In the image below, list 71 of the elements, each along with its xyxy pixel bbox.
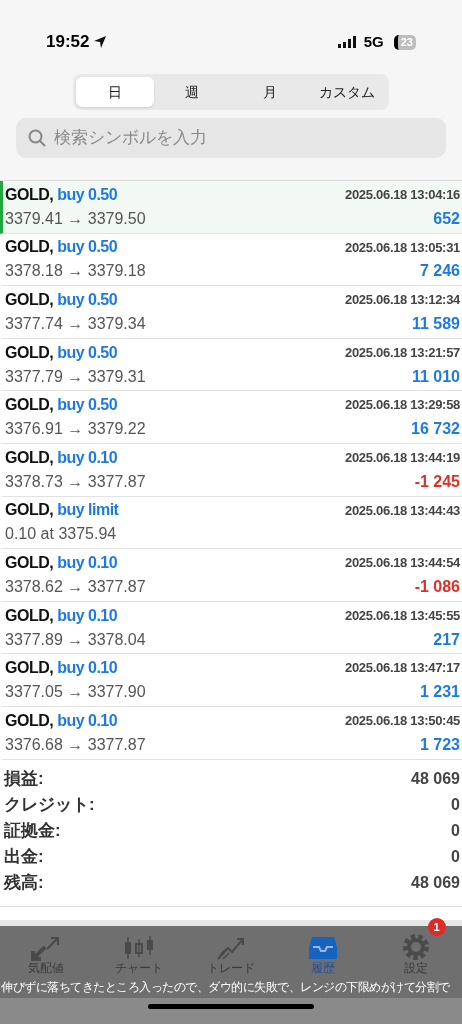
summary-label: 残高: — [4, 871, 44, 894]
caption-text: 伸びずに落ちてきたところ入ったので、ダウ的に失敗で、レンジの下限めがけて分割で — [0, 978, 450, 996]
network-label: 5G — [363, 31, 384, 52]
deal-prices: 3377.79 → 3379.31 — [5, 366, 146, 387]
deal-prices: 3378.73 → 3377.87 — [5, 471, 146, 492]
deal-prices: 3377.89 → 3378.04 — [5, 629, 146, 650]
deal-time: 2025.06.18 13:47:17 — [345, 659, 460, 678]
deal-profit: 16 732 — [411, 419, 460, 440]
deal-title: GOLD, buy 0.10 — [5, 605, 118, 626]
deal-title: GOLD, buy 0.50 — [5, 184, 118, 205]
deal-profit: 652 — [433, 208, 460, 229]
deal-profit: -1 086 — [414, 576, 460, 597]
summary-value: 0 — [451, 846, 460, 867]
summary-label: 証拠金: — [4, 819, 61, 842]
deal-time: 2025.06.18 13:12:34 — [345, 291, 460, 310]
summary-label: クレジット: — [4, 793, 95, 816]
signal-icon — [337, 36, 358, 48]
deal-prices: 3378.18 → 3379.18 — [5, 261, 146, 282]
deal-time: 2025.06.18 13:29:58 — [345, 396, 460, 415]
deal-prices: 3378.62 → 3377.87 — [5, 576, 146, 597]
deal-prices: 3377.05 → 3377.90 — [5, 682, 146, 703]
candlestick-icon — [122, 935, 155, 961]
deal-profit: 7 246 — [419, 261, 460, 282]
deal-title: GOLD, buy 0.50 — [5, 395, 118, 416]
period-tab[interactable]: 週 — [153, 77, 231, 107]
deal-prices: 3376.91 → 3379.22 — [5, 419, 146, 440]
deal-time: 2025.06.18 13:04:16 — [345, 186, 460, 205]
deal-profit: 217 — [433, 629, 460, 650]
location-icon — [93, 35, 108, 49]
deal-time: 2025.06.18 13:05:31 — [345, 238, 460, 257]
deal-time: 2025.06.18 13:21:57 — [345, 343, 460, 362]
search-icon — [28, 129, 46, 147]
deal-profit: 11 010 — [411, 366, 460, 387]
deal-prices: 3379.41 → 3379.50 — [5, 208, 146, 229]
period-tab[interactable]: 月 — [231, 77, 309, 107]
battery-icon: 23 — [393, 34, 416, 50]
deal-prices: 3376.68 → 3377.87 — [5, 734, 146, 755]
search-field[interactable]: 検索シンボルを入力 — [16, 118, 446, 158]
deal-time: 2025.06.18 13:44:54 — [345, 554, 460, 573]
period-tab[interactable]: カスタム — [308, 77, 386, 107]
deal-prices: 3377.74 → 3379.34 — [5, 314, 146, 334]
summary-value: 48 069 — [411, 872, 460, 893]
deal-time: 2025.06.18 13:44:43 — [345, 501, 460, 520]
trend-icon — [216, 935, 246, 961]
inbox-icon — [308, 935, 339, 961]
deal-title: GOLD, buy 0.10 — [5, 447, 118, 468]
deal-profit: 11 589 — [411, 314, 460, 334]
summary-value: 0 — [451, 820, 460, 841]
settings-icon — [401, 933, 430, 961]
deal-title: GOLD, buy 0.10 — [5, 710, 118, 731]
deal-title: GOLD, buy 0.50 — [5, 342, 118, 363]
summary-label: 出金: — [4, 845, 44, 868]
summary-value: 0 — [451, 794, 460, 815]
deal-title: GOLD, buy limit — [5, 500, 119, 521]
deal-title: GOLD, buy 0.10 — [5, 552, 118, 573]
deal-prices: 0.10 at 3375.94 — [5, 524, 117, 545]
deal-profit: -1 245 — [414, 471, 460, 492]
summary-label: 損益: — [4, 767, 44, 790]
deal-profit: 1 231 — [419, 682, 460, 703]
deal-time: 2025.06.18 13:50:45 — [345, 712, 460, 730]
summary-value: 48 069 — [411, 768, 460, 789]
arrows-icon — [31, 935, 62, 961]
notification-badge: 1 — [427, 918, 446, 936]
period-tab[interactable]: 日 — [76, 77, 154, 107]
deal-title: GOLD, buy 0.50 — [5, 290, 118, 310]
deal-time: 2025.06.18 13:44:19 — [345, 449, 460, 467]
deal-title: GOLD, buy 0.50 — [5, 237, 118, 258]
status-time: 19:52 — [46, 31, 90, 54]
deal-title: GOLD, buy 0.10 — [5, 658, 118, 679]
deal-time: 2025.06.18 13:45:55 — [345, 606, 460, 625]
deal-profit: 1 723 — [419, 734, 460, 755]
